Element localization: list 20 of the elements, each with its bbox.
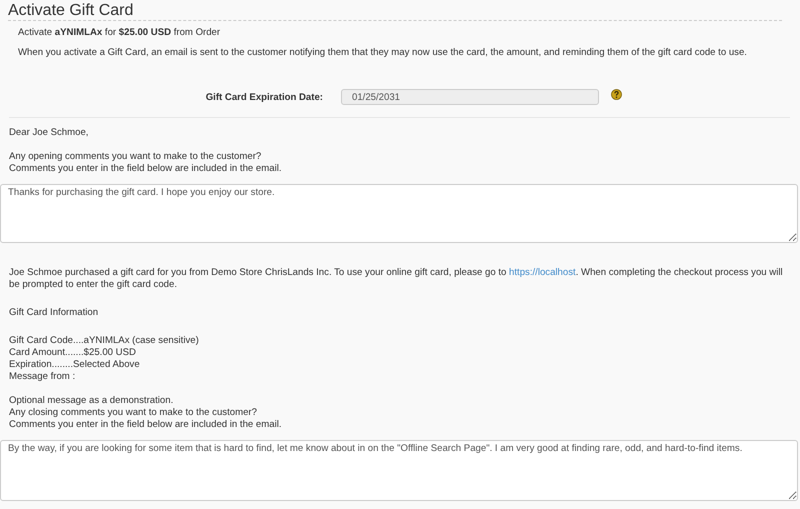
prompt-text: Comments you enter in the field below are included in the email.: [9, 163, 283, 175]
message-line: Any closing comments you want to make to the customer?: [9, 407, 258, 419]
email-paragraph: Joe Schmoe purchased a gift card for you from Demo Store ChrisLands Inc. To use your online gift card, please go to https://localhost. When completing the checkout process you will be prompted to enter the gift card code.: [9, 267, 784, 291]
date-field[interactable]: 01/25/2031: [341, 89, 599, 105]
info-line: Card Amount.......$25.00 USD: [9, 347, 137, 359]
page-title: Activate Gift Card: [8, 2, 782, 21]
message-line: Optional message as a demonstration.: [9, 395, 174, 407]
prompt-text: Any opening comments you want to make to the customer?: [9, 151, 262, 163]
info-line: Gift Card Code....aYNIMLAx (case sensitive): [9, 335, 200, 347]
section-heading: Gift Card Information: [9, 307, 100, 319]
message-line: Comments you enter in the field below are included in the email.: [9, 419, 283, 431]
explanation-text: When you activate a Gift Card, an email is sent to the customer notifying them that they may now use the card, the amount, and reminding them of the gift card code to use.: [18, 47, 748, 59]
info-line: Message from :: [9, 371, 76, 383]
summary-text: Activate aYNIMLAx for $25.00 USD from Order: [18, 27, 222, 39]
info-line: Expiration........Selected Above: [9, 359, 141, 371]
help-icon[interactable]: [611, 88, 622, 100]
comment-field[interactable]: By the way, if you are looking for some item that is hard to find, let me know about in on the "Offline Search Page". I am very good at finding rare, odd, and hard-to-find items.: [0, 440, 798, 501]
field-label: Gift Card Expiration Date:: [204, 92, 323, 102]
comment-field[interactable]: Thanks for purchasing the gift card. I hope you enjoy our store.: [0, 184, 798, 243]
greeting-text: Dear Joe Schmoe,: [9, 127, 90, 139]
